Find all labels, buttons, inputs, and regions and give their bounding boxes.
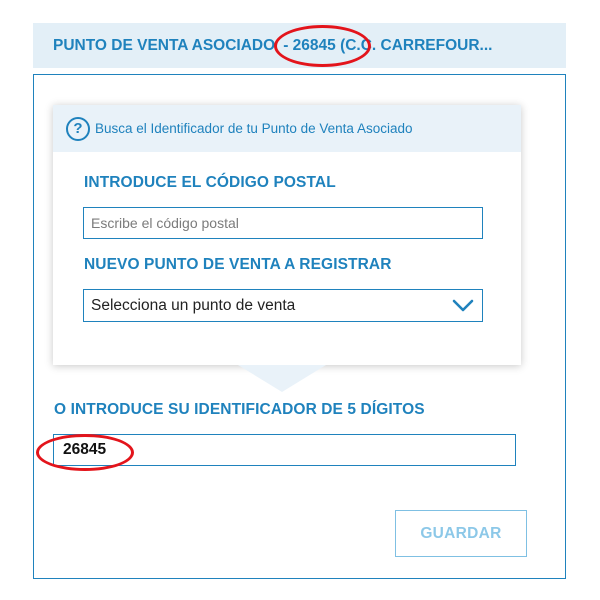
identifier-input[interactable]	[54, 435, 515, 465]
postal-code-field[interactable]	[83, 207, 483, 239]
chevron-down-icon	[452, 299, 474, 311]
header-pos-code: - 26845 (C.C. CARREFOUR...	[283, 37, 493, 54]
associated-pos-header: PUNTO DE VENTA ASOCIADO - 26845 (C.C. CAR…	[33, 23, 566, 68]
identifier-label: O INTRODUCE SU IDENTIFICADOR DE 5 DÍGITO…	[54, 401, 425, 418]
help-text: Busca el Identificador de tu Punto de Ve…	[95, 121, 413, 136]
header-title: PUNTO DE VENTA ASOCIADO	[53, 37, 276, 54]
search-card-header: ? Busca el Identificador de tu Punto de …	[53, 105, 521, 152]
postal-code-label: INTRODUCE EL CÓDIGO POSTAL	[84, 174, 336, 191]
postal-code-input[interactable]	[84, 208, 482, 238]
save-button[interactable]: GUARDAR	[395, 510, 527, 557]
pos-select[interactable]: Selecciona un punto de venta	[83, 289, 483, 322]
card-pointer	[238, 365, 326, 392]
question-circle-icon[interactable]: ?	[66, 116, 90, 141]
new-pos-label: NUEVO PUNTO DE VENTA A REGISTRAR	[84, 256, 392, 273]
pos-select-value: Selecciona un punto de venta	[91, 296, 296, 314]
identifier-field[interactable]	[53, 434, 516, 466]
